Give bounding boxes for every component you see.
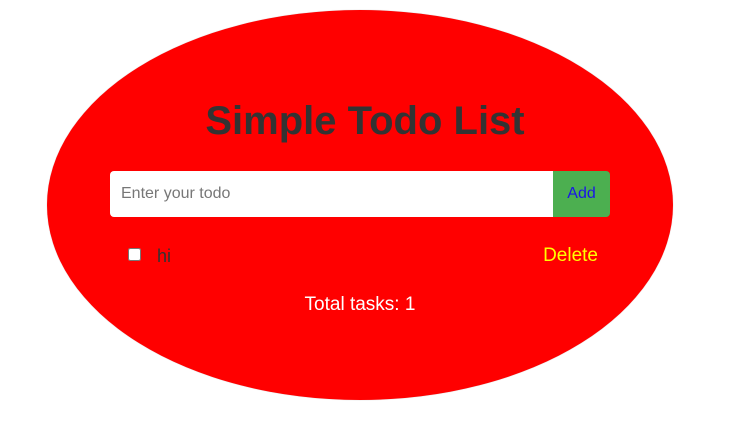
delete-button[interactable]: Delete <box>543 245 598 267</box>
page-title: Simple Todo List <box>205 99 525 143</box>
total-tasks-count: Total tasks: 1 <box>304 294 416 315</box>
todo-form: Add <box>110 171 610 217</box>
todo-complete-checkbox[interactable] <box>128 248 141 261</box>
todo-list-item: hi Delete <box>128 243 598 269</box>
add-button[interactable]: Add <box>553 171 610 217</box>
todo-text: hi <box>157 246 172 266</box>
todo-input[interactable] <box>110 171 553 217</box>
